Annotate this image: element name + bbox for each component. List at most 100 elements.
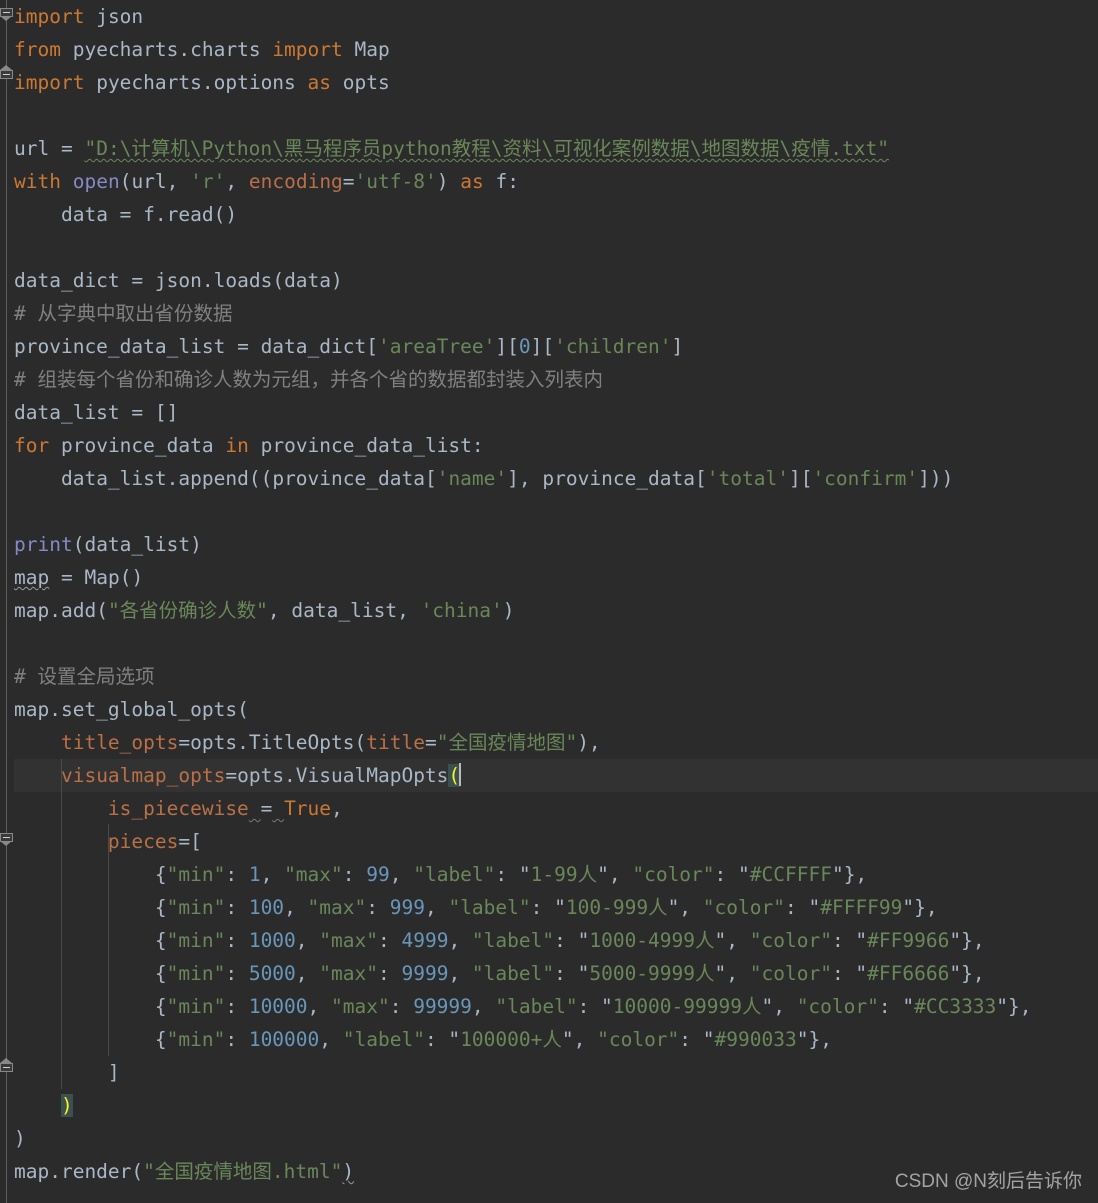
- token-key-color: "color": [702, 896, 785, 919]
- token-ref-data-dict: data_dict: [260, 335, 367, 358]
- token-class-titleopts: opts.TitleOpts: [190, 731, 355, 754]
- text-caret: [459, 763, 462, 786]
- code-line-15[interactable]: data_list.append((province_data['name'],…: [14, 462, 1098, 495]
- token-key-max: "max": [307, 896, 367, 919]
- piece-4-color: #FF6666: [867, 962, 950, 985]
- token-string-filepath: "D:\计算机\Python\黑马程序员python教程\资料\可视化案例数据\…: [84, 137, 889, 160]
- code-line-18[interactable]: map = Map(): [14, 561, 1098, 594]
- piece-1-min: 1: [248, 863, 261, 886]
- code-line-20-blank[interactable]: [14, 627, 1098, 660]
- piece-4-max: 9999: [401, 962, 449, 985]
- token-call-map-render: map.render: [14, 1160, 132, 1183]
- token-class-visualmapopts: opts.VisualMapOpts: [237, 764, 449, 787]
- piece-1-max: 99: [366, 863, 390, 886]
- code-line-4-blank[interactable]: [14, 99, 1098, 132]
- token-ref-province-data-list: province_data_list: [260, 434, 472, 457]
- fold-marker-collapse-down-2[interactable]: [0, 833, 13, 846]
- token-string-confirm: 'confirm': [812, 467, 919, 490]
- token-module-json: json: [96, 5, 144, 28]
- code-line-30[interactable]: {"min": 5000, "max": 9999, "label": "500…: [14, 957, 1098, 990]
- code-line-23[interactable]: title_opts=opts.TitleOpts(title="全国疫情地图"…: [14, 726, 1098, 759]
- piece-4-label: 5000-9999人: [589, 962, 715, 985]
- code-line-7[interactable]: data = f.read(): [14, 198, 1098, 231]
- token-param-pieces: pieces: [107, 830, 179, 853]
- code-line-33[interactable]: ]: [14, 1056, 1098, 1089]
- piece-5-max: 99999: [413, 995, 472, 1018]
- code-line-12[interactable]: # 组装每个省份和确诊人数为元组，并各个省的数据都封装入列表内: [14, 363, 1098, 396]
- token-arg-url: url: [131, 170, 167, 193]
- code-line-1[interactable]: import json: [14, 0, 1098, 33]
- code-line-8-blank[interactable]: [14, 231, 1098, 264]
- editor-gutter[interactable]: [0, 0, 14, 1203]
- fold-marker-collapse-down[interactable]: [0, 8, 13, 21]
- token-key-min: "min": [166, 863, 226, 886]
- token-key-color: "color": [796, 995, 879, 1018]
- code-editor[interactable]: import json from pyecharts.charts import…: [0, 0, 1098, 1203]
- code-line-31[interactable]: {"min": 10000, "max": 99999, "label": "1…: [14, 990, 1098, 1023]
- token-key-max: "max": [331, 995, 390, 1018]
- piece-6-color: #990033: [714, 1028, 797, 1051]
- code-line-17[interactable]: print(data_list): [14, 528, 1098, 561]
- piece-5-min: 10000: [248, 995, 308, 1018]
- token-keyword-from: from: [14, 38, 61, 61]
- token-var-data: data: [60, 203, 108, 226]
- token-key-min: "min": [166, 896, 226, 919]
- code-line-10[interactable]: # 从字典中取出省份数据: [14, 297, 1098, 330]
- token-string-total: 'total': [706, 467, 789, 490]
- token-key-color: "color": [597, 1028, 680, 1051]
- code-line-2[interactable]: from pyecharts.charts import Map: [14, 33, 1098, 66]
- code-line-28[interactable]: {"min": 100, "max": 999, "label": "100-9…: [14, 891, 1098, 924]
- token-comment-2: # 组装每个省份和确诊人数为元组，并各个省的数据都封装入列表内: [14, 368, 603, 391]
- piece-2-min: 100: [248, 896, 285, 919]
- code-line-35[interactable]: ): [14, 1122, 1098, 1155]
- code-line-29[interactable]: {"min": 1000, "max": 4999, "label": "100…: [14, 924, 1098, 957]
- code-line-9[interactable]: data_dict = json.loads(data): [14, 264, 1098, 297]
- token-string-mode-r: 'r': [190, 170, 226, 193]
- code-line-5[interactable]: url = "D:\计算机\Python\黑马程序员python教程\资料\可视…: [14, 132, 1098, 165]
- token-arg-data: data: [284, 269, 332, 292]
- piece-3-label: 1000-4999人: [589, 929, 715, 952]
- code-line-26[interactable]: pieces=[: [14, 825, 1098, 858]
- token-string-areatree: 'areaTree': [377, 335, 496, 358]
- piece-6-min: 100000: [248, 1028, 320, 1051]
- token-param-encoding: encoding: [248, 170, 343, 193]
- code-line-11[interactable]: province_data_list = data_dict['areaTree…: [14, 330, 1098, 363]
- token-call-map-add: map.add: [14, 599, 97, 622]
- code-line-24-current[interactable]: visualmap_opts=opts.VisualMapOpts(: [14, 759, 1098, 792]
- token-alias-opts: opts: [342, 71, 390, 94]
- token-ref-data-list-3: data_list: [291, 599, 398, 622]
- token-module-pyecharts-charts: pyecharts.charts: [72, 38, 261, 61]
- code-line-25[interactable]: is_piecewise = True,: [14, 792, 1098, 825]
- piece-1-color: #CCFFFF: [749, 863, 832, 886]
- fold-marker-collapse-up[interactable]: [0, 65, 13, 83]
- token-key-color: "color": [749, 962, 832, 985]
- token-keyword-with: with: [14, 170, 61, 193]
- token-comment-1: # 从字典中取出省份数据: [14, 302, 233, 325]
- token-ref-province-data: province_data: [272, 467, 425, 490]
- token-param-visualmap-opts: visualmap_opts: [60, 764, 226, 787]
- piece-5-color: #CC3333: [914, 995, 997, 1018]
- code-line-32[interactable]: {"min": 100000, "label": "100000+人", "co…: [14, 1023, 1098, 1056]
- code-line-6[interactable]: with open(url, 'r', encoding='utf-8') as…: [14, 165, 1098, 198]
- code-line-21[interactable]: # 设置全局选项: [14, 660, 1098, 693]
- code-line-3[interactable]: import pyecharts.options as opts: [14, 66, 1098, 99]
- token-string-render-file: "全国疫情地图.html": [143, 1160, 343, 1183]
- token-method-append: append: [178, 467, 249, 490]
- code-line-19[interactable]: map.add("各省份确诊人数", data_list, 'china'): [14, 594, 1098, 627]
- code-line-27[interactable]: {"min": 1, "max": 99, "label": "1-99人", …: [14, 858, 1098, 891]
- code-line-22[interactable]: map.set_global_opts(: [14, 693, 1098, 726]
- fold-marker-collapse-up-2[interactable]: [0, 1058, 13, 1076]
- code-line-13[interactable]: data_list = []: [14, 396, 1098, 429]
- code-line-16-blank[interactable]: [14, 495, 1098, 528]
- token-key-color: "color": [749, 929, 832, 952]
- code-line-34[interactable]: ): [14, 1089, 1098, 1122]
- token-keyword-import: import: [14, 5, 85, 28]
- token-var-province-data-list: province_data_list: [14, 335, 226, 358]
- token-key-min: "min": [166, 962, 226, 985]
- token-class-map: Map: [354, 38, 390, 61]
- code-line-14[interactable]: for province_data in province_data_list:: [14, 429, 1098, 462]
- code-area[interactable]: import json from pyecharts.charts import…: [14, 0, 1098, 1203]
- token-keyword-for: for: [14, 434, 50, 457]
- token-keyword-as: as: [307, 71, 332, 94]
- token-var-url: url: [14, 137, 50, 160]
